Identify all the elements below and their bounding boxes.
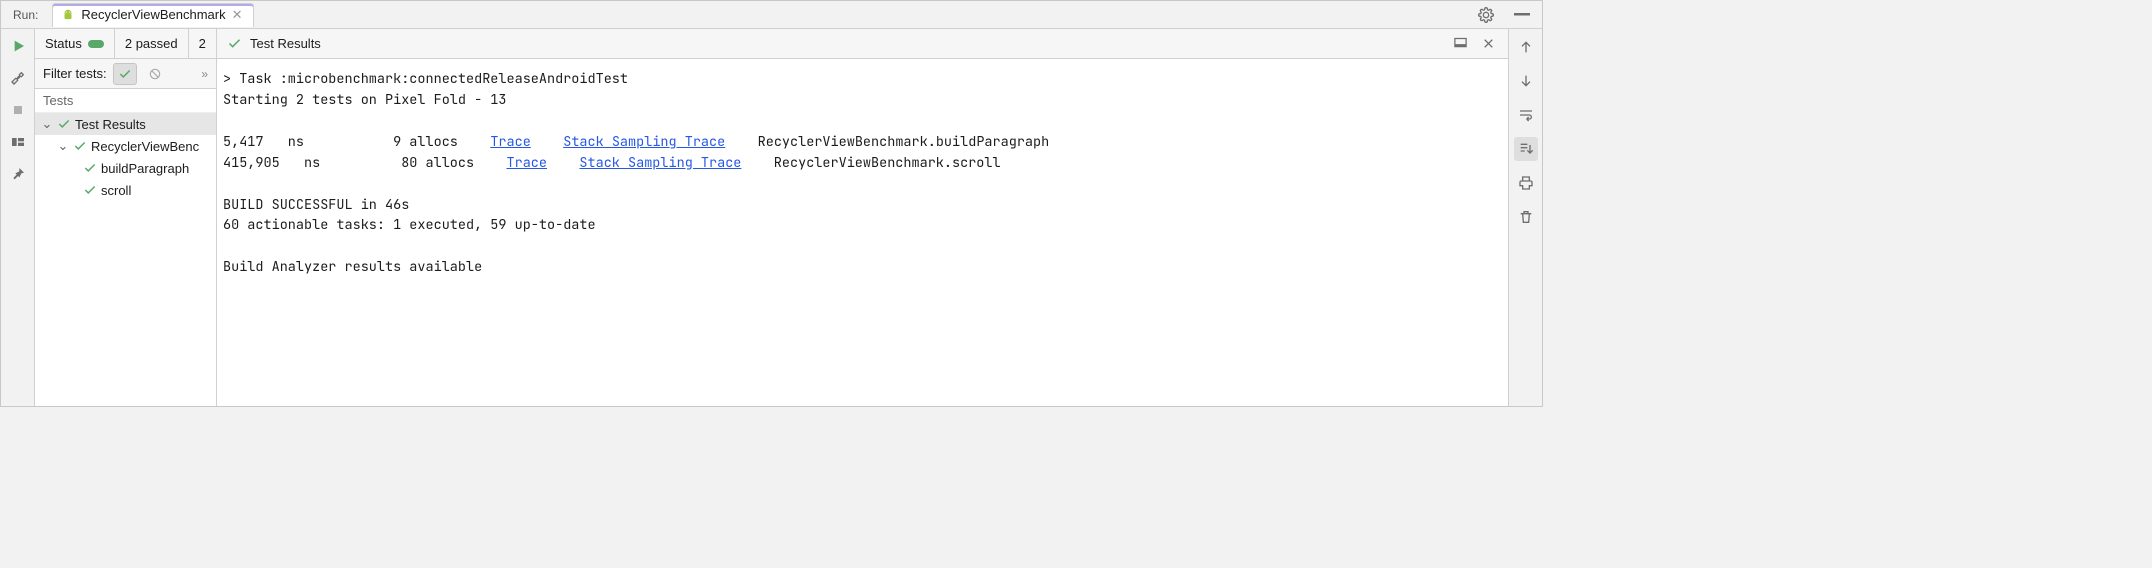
stop-icon [10, 102, 26, 118]
run-tab-bar: Run: RecyclerViewBenchmark ✕ [1, 1, 1542, 29]
print-button[interactable] [1514, 171, 1538, 195]
tree-method-label: buildParagraph [101, 161, 189, 176]
tree-root-node[interactable]: ⌄ Test Results [35, 113, 216, 135]
status-bar: Status 2 passed 2 [35, 29, 216, 59]
tree-root-label: Test Results [75, 117, 146, 132]
count-label: 2 [199, 36, 206, 51]
filter-label: Filter tests: [43, 66, 107, 81]
check-icon [83, 183, 97, 197]
rerun-button[interactable] [7, 35, 29, 57]
printer-icon [1518, 175, 1534, 191]
soft-wrap-button[interactable] [1514, 103, 1538, 127]
ignored-icon [148, 67, 162, 81]
scroll-up-button[interactable] [1514, 35, 1538, 59]
scroll-down-button[interactable] [1514, 69, 1538, 93]
tree-header: Tests [35, 89, 216, 113]
console-line: BUILD SUCCESSFUL in 46s [223, 196, 409, 214]
stack-sampling-trace-link[interactable]: Stack Sampling Trace [579, 154, 741, 172]
tree-class-node[interactable]: ⌄ RecyclerViewBenc [35, 135, 216, 157]
right-tool-strip [1508, 29, 1542, 406]
filter-row: Filter tests: » [35, 59, 216, 89]
pin-icon [10, 166, 26, 182]
console-text [531, 133, 563, 151]
wrench-icon [10, 70, 26, 86]
clear-button[interactable] [1514, 205, 1538, 229]
console-text: 5,417 ns 9 allocs [223, 133, 490, 151]
run-label: Run: [7, 8, 44, 22]
status-pass-pill-icon [88, 40, 104, 48]
toggle-console-button[interactable] [1450, 33, 1471, 54]
arrow-down-icon [1518, 73, 1534, 89]
console-text: RecyclerViewBenchmark.buildParagraph [725, 133, 1049, 151]
check-icon [57, 117, 71, 131]
filter-show-passed-button[interactable] [113, 63, 137, 85]
count-cell: 2 [189, 29, 216, 58]
chevron-down-icon[interactable]: ⌄ [41, 116, 53, 132]
minimize-icon [1514, 13, 1530, 16]
left-tool-strip [1, 29, 35, 406]
console-line: Starting 2 tests on Pixel Fold - 13 [223, 91, 507, 109]
console-text: 415,905 ns 80 allocs [223, 154, 507, 172]
check-icon [118, 67, 132, 81]
console-text [547, 154, 579, 172]
settings-button[interactable] [1472, 3, 1500, 27]
test-tree[interactable]: ⌄ Test Results ⌄ RecyclerViewBenc buildP… [35, 113, 216, 406]
stack-sampling-trace-link[interactable]: Stack Sampling Trace [563, 133, 725, 151]
console-text: RecyclerViewBenchmark.scroll [741, 154, 1000, 172]
chevron-down-icon[interactable]: ⌄ [57, 138, 69, 154]
tree-method-node[interactable]: scroll [35, 179, 216, 201]
layout-icon [10, 134, 26, 150]
close-results-button[interactable] [1479, 34, 1498, 53]
arrow-up-icon [1518, 39, 1534, 55]
trash-icon [1518, 209, 1534, 225]
passed-cell: 2 passed [115, 29, 189, 58]
trace-link[interactable]: Trace [490, 133, 531, 151]
results-panel: Test Results > Task :microbenchmark:conn… [217, 29, 1508, 406]
hide-button[interactable] [1508, 9, 1536, 20]
filter-show-ignored-button[interactable] [143, 63, 167, 85]
results-title: Test Results [250, 36, 321, 51]
status-cell: Status [35, 29, 115, 58]
layout-button[interactable] [7, 131, 29, 153]
results-header: Test Results [217, 29, 1508, 59]
status-label: Status [45, 36, 82, 51]
tree-method-label: scroll [101, 183, 131, 198]
pin-button[interactable] [7, 163, 29, 185]
filter-more-button[interactable]: » [201, 67, 208, 81]
wrench-button[interactable] [7, 67, 29, 89]
stop-button[interactable] [7, 99, 29, 121]
console-line: > Task :microbenchmark:connectedReleaseA… [223, 70, 628, 88]
console-line: 60 actionable tasks: 1 executed, 59 up-t… [223, 216, 596, 234]
soft-wrap-icon [1518, 107, 1534, 123]
tree-class-label: RecyclerViewBenc [91, 139, 199, 154]
trace-link[interactable]: Trace [507, 154, 548, 172]
gear-icon [1478, 7, 1494, 23]
check-icon [227, 36, 242, 51]
scroll-to-end-icon [1518, 141, 1534, 157]
close-icon [1482, 37, 1495, 50]
check-icon [83, 161, 97, 175]
close-icon[interactable]: ✕ [232, 7, 243, 23]
run-tool-window: Run: RecyclerViewBenchmark ✕ Status [0, 0, 1543, 407]
console-line: Build Analyzer results available [223, 258, 482, 276]
check-icon [73, 139, 87, 153]
tree-method-node[interactable]: buildParagraph [35, 157, 216, 179]
test-tree-panel: Status 2 passed 2 Filter tests: » Tests [35, 29, 217, 406]
run-config-tab-label: RecyclerViewBenchmark [81, 7, 225, 22]
scroll-to-end-button[interactable] [1514, 137, 1538, 161]
android-robot-icon [61, 8, 75, 22]
passed-label: 2 passed [125, 36, 178, 51]
run-config-tab[interactable]: RecyclerViewBenchmark ✕ [52, 3, 253, 27]
play-icon [10, 38, 26, 54]
console-output[interactable]: > Task :microbenchmark:connectedReleaseA… [217, 59, 1508, 406]
screen-icon [1453, 36, 1468, 51]
